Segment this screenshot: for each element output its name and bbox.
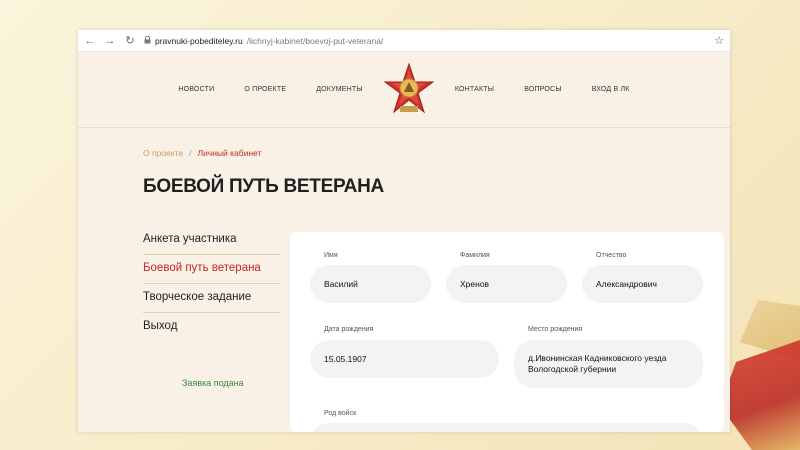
main-menu: НОВОСТИ О ПРОЕКТЕ ДОКУМЕНТЫ КОНТАКТЫ ВОП… bbox=[163, 61, 645, 118]
page-title: БОЕВОЙ ПУТЬ ВЕТЕРАНА bbox=[143, 176, 384, 197]
breadcrumb-separator: / bbox=[189, 148, 192, 158]
menu-item-documents[interactable]: ДОКУМЕНТЫ bbox=[301, 86, 378, 93]
application-status: Заявка подана bbox=[182, 378, 244, 388]
birth-place-line-1: д.Ивонинская Кадниковского уезда bbox=[528, 353, 667, 364]
sidebar-item-creative-task[interactable]: Творческое задание bbox=[143, 284, 280, 313]
url-path: /lichnyj-kabinet/boevoj-put-veterana/ bbox=[246, 35, 384, 46]
birth-date-field[interactable]: 15.05.1907 bbox=[310, 340, 499, 378]
veteran-form-card: Имя Василий Фамилия Хренов Отчество Алек… bbox=[290, 232, 724, 432]
background-ribbon-red bbox=[720, 340, 800, 450]
patronymic-label: Отчество bbox=[596, 252, 627, 259]
reload-icon[interactable]: ↻ bbox=[124, 34, 136, 47]
bookmark-star-icon[interactable]: ☆ bbox=[714, 34, 724, 47]
forward-arrow-icon[interactable]: → bbox=[104, 35, 116, 47]
sidebar-item-logout[interactable]: Выход bbox=[143, 313, 280, 341]
menu-item-news[interactable]: НОВОСТИ bbox=[163, 86, 229, 93]
url-field[interactable]: pravnuki-pobediteley.ru/lichnyj-kabinet/… bbox=[144, 35, 706, 46]
lock-icon bbox=[144, 35, 151, 46]
birth-place-label: Место рождения bbox=[528, 326, 583, 333]
address-bar: ← → ↻ pravnuki-pobediteley.ru/lichnyj-ka… bbox=[78, 30, 730, 52]
birth-date-label: Дата рождения bbox=[324, 326, 374, 333]
troops-label: Род войск bbox=[324, 410, 357, 417]
menu-item-login[interactable]: ВХОД В ЛК bbox=[577, 86, 645, 93]
birth-place-line-2: Вологодской губернии bbox=[528, 364, 617, 374]
site-header: НОВОСТИ О ПРОЕКТЕ ДОКУМЕНТЫ КОНТАКТЫ ВОП… bbox=[78, 52, 730, 128]
breadcrumb: О проекте / Личный кабинет bbox=[143, 148, 261, 158]
troops-field[interactable] bbox=[310, 423, 703, 432]
last-name-label: Фамилия bbox=[460, 252, 490, 259]
last-name-field[interactable]: Хренов bbox=[446, 265, 567, 303]
breadcrumb-parent-link[interactable]: О проекте bbox=[143, 148, 183, 158]
sidebar-item-questionnaire[interactable]: Анкета участника bbox=[143, 226, 280, 255]
breadcrumb-current: Личный кабинет bbox=[197, 148, 262, 158]
menu-item-questions[interactable]: ВОПРОСЫ bbox=[509, 86, 577, 93]
star-order-logo[interactable] bbox=[383, 61, 434, 118]
menu-item-about[interactable]: О ПРОЕКТЕ bbox=[229, 86, 301, 93]
sidebar-item-combat-path[interactable]: Боевой путь ветерана bbox=[143, 255, 280, 284]
first-name-label: Имя bbox=[324, 252, 338, 259]
site-page: НОВОСТИ О ПРОЕКТЕ ДОКУМЕНТЫ КОНТАКТЫ ВОП… bbox=[78, 52, 730, 432]
menu-item-contacts[interactable]: КОНТАКТЫ bbox=[440, 86, 509, 93]
birth-place-field[interactable]: д.Ивонинская Кадниковского уезда Вологод… bbox=[514, 340, 703, 388]
browser-window: ← → ↻ pravnuki-pobediteley.ru/lichnyj-ka… bbox=[78, 30, 730, 432]
first-name-field[interactable]: Василий bbox=[310, 265, 431, 303]
back-arrow-icon[interactable]: ← bbox=[84, 35, 96, 47]
url-host: pravnuki-pobediteley.ru bbox=[155, 35, 243, 46]
account-sidebar: Анкета участника Боевой путь ветерана Тв… bbox=[143, 226, 280, 341]
patronymic-field[interactable]: Александрович bbox=[582, 265, 703, 303]
